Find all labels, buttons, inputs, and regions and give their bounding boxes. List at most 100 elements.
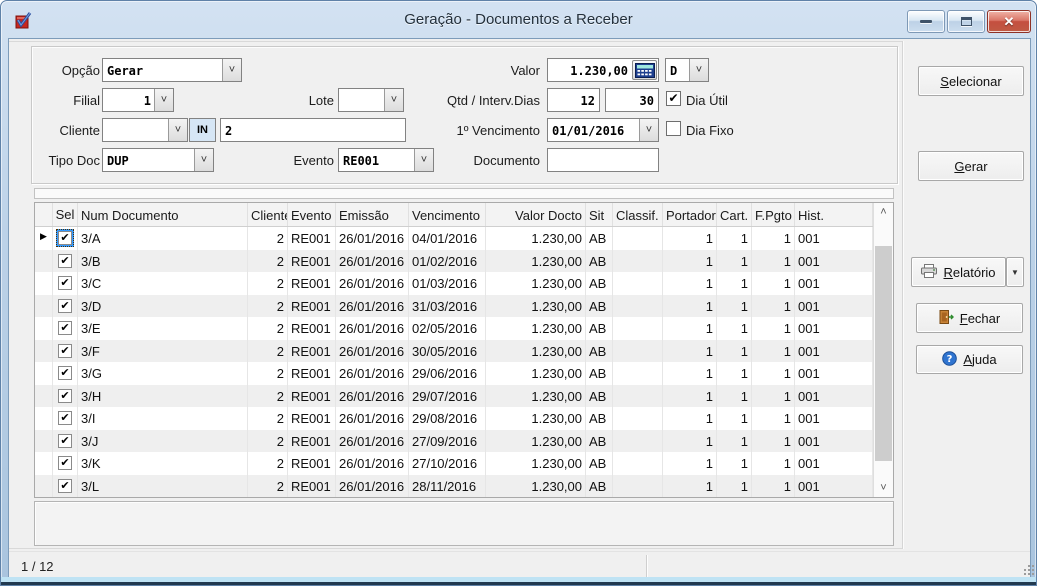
cell-cart: 1	[717, 430, 752, 453]
table-row[interactable]: ✔3/F2RE00126/01/201630/05/20161.230,00AB…	[35, 340, 873, 363]
ajuda-button[interactable]: ? Ajuda	[916, 345, 1023, 374]
table-row[interactable]: ▶✔3/A2RE00126/01/201604/01/20161.230,00A…	[35, 227, 873, 250]
cell-evento: RE001	[288, 385, 336, 408]
vertical-scrollbar[interactable]: ˄ ˅	[873, 203, 893, 497]
svg-text:?: ?	[947, 354, 953, 365]
table-row[interactable]: ✔3/L2RE00126/01/201628/11/20161.230,00AB…	[35, 475, 873, 498]
column-header-valor[interactable]: Valor Docto	[486, 203, 586, 226]
cell-portador: 1	[663, 227, 717, 250]
cell-evento: RE001	[288, 272, 336, 295]
table-row[interactable]: ✔3/G2RE00126/01/201629/06/20161.230,00AB…	[35, 362, 873, 385]
lote-select[interactable]: ˅	[338, 88, 404, 112]
cell-sit: AB	[586, 452, 613, 475]
valor-tipo-select[interactable]: D ˅	[665, 58, 709, 82]
relatorio-button[interactable]: Relatório	[911, 257, 1006, 287]
cell-vencimento: 29/07/2016	[409, 385, 486, 408]
row-select-checkbox[interactable]: ✔	[58, 456, 72, 470]
opcao-select[interactable]: Gerar ˅	[102, 58, 242, 82]
row-select-checkbox[interactable]: ✔	[58, 479, 72, 493]
chevron-down-icon[interactable]: ˅	[384, 89, 403, 111]
calculator-button[interactable]	[632, 60, 657, 80]
cell-num: 3/D	[78, 295, 248, 318]
cell-sel: ✔	[53, 430, 78, 453]
table-row[interactable]: ✔3/J2RE00126/01/201627/09/20161.230,00AB…	[35, 430, 873, 453]
cell-vencimento: 27/10/2016	[409, 452, 486, 475]
column-header-indicator	[35, 203, 53, 226]
cell-fpgto: 1	[752, 272, 795, 295]
qtd-input[interactable]: 12	[547, 88, 600, 112]
row-select-checkbox[interactable]: ✔	[58, 366, 72, 380]
gerar-button[interactable]: Gerar	[918, 151, 1024, 181]
resize-grip[interactable]	[1024, 573, 1026, 575]
table-row[interactable]: ✔3/D2RE00126/01/201631/03/20161.230,00AB…	[35, 295, 873, 318]
row-select-checkbox[interactable]: ✔	[58, 254, 72, 268]
column-header-cart[interactable]: Cart.	[717, 203, 752, 226]
column-header-hist[interactable]: Hist.	[795, 203, 873, 226]
column-header-sit[interactable]: Sit	[586, 203, 613, 226]
table-row[interactable]: ✔3/C2RE00126/01/201601/03/20161.230,00AB…	[35, 272, 873, 295]
scrollbar-thumb[interactable]	[875, 246, 892, 461]
maximize-button[interactable]	[947, 10, 985, 33]
selecionar-button[interactable]: Selecionar	[918, 66, 1024, 96]
dia-util-checkbox[interactable]: ✔	[666, 91, 681, 106]
chevron-down-icon[interactable]: ˅	[689, 59, 708, 81]
cell-num: 3/A	[78, 227, 248, 250]
filial-select[interactable]: 1 ˅	[102, 88, 174, 112]
column-header-cliente[interactable]: Cliente	[248, 203, 288, 226]
tipo-doc-select[interactable]: DUP ˅	[102, 148, 214, 172]
cell-vencimento: 27/09/2016	[409, 430, 486, 453]
relatorio-dropdown-button[interactable]: ▼	[1006, 257, 1024, 287]
interv-dias-input[interactable]: 30	[605, 88, 659, 112]
cell-valor: 1.230,00	[486, 340, 586, 363]
row-select-checkbox[interactable]: ✔	[58, 321, 72, 335]
table-row[interactable]: ✔3/H2RE00126/01/201629/07/20161.230,00AB…	[35, 385, 873, 408]
chevron-down-icon[interactable]: ˅	[639, 119, 658, 141]
cliente-in-button[interactable]: IN	[189, 118, 216, 142]
cell-cart: 1	[717, 250, 752, 273]
row-select-checkbox[interactable]: ✔	[58, 231, 72, 245]
cliente-select[interactable]: ˅	[102, 118, 188, 142]
scroll-down-icon[interactable]: ˅	[874, 479, 893, 497]
primeiro-vencimento-select[interactable]: 01/01/2016 ˅	[547, 118, 659, 142]
row-select-checkbox[interactable]: ✔	[58, 276, 72, 290]
footer-panel	[34, 501, 894, 546]
row-select-checkbox[interactable]: ✔	[58, 344, 72, 358]
cell-evento: RE001	[288, 317, 336, 340]
tipo-doc-label: Tipo Doc	[38, 153, 100, 168]
chevron-down-icon[interactable]: ˅	[194, 149, 213, 171]
close-button[interactable]: ✕	[987, 10, 1031, 33]
row-indicator	[35, 385, 53, 408]
chevron-down-icon[interactable]: ˅	[414, 149, 433, 171]
column-header-portador[interactable]: Portador	[663, 203, 717, 226]
table-row[interactable]: ✔3/E2RE00126/01/201602/05/20161.230,00AB…	[35, 317, 873, 340]
table-row[interactable]: ✔3/B2RE00126/01/201601/02/20161.230,00AB…	[35, 250, 873, 273]
column-header-emissao[interactable]: Emissão	[336, 203, 409, 226]
cell-classif	[613, 250, 663, 273]
column-header-fpgto[interactable]: F.Pgto	[752, 203, 795, 226]
minimize-button[interactable]	[907, 10, 945, 33]
valor-input[interactable]: 1.230,00	[547, 58, 659, 82]
row-select-checkbox[interactable]: ✔	[58, 411, 72, 425]
chevron-down-icon[interactable]: ˅	[154, 89, 173, 111]
column-header-num[interactable]: Num Documento	[78, 203, 248, 226]
row-select-checkbox[interactable]: ✔	[58, 434, 72, 448]
documento-input[interactable]	[547, 148, 659, 172]
titlebar[interactable]: Geração - Documentos a Receber ✕	[1, 1, 1036, 39]
table-row[interactable]: ✔3/K2RE00126/01/201627/10/20161.230,00AB…	[35, 452, 873, 475]
table-row[interactable]: ✔3/I2RE00126/01/201629/08/20161.230,00AB…	[35, 407, 873, 430]
scroll-up-icon[interactable]: ˄	[874, 203, 893, 221]
chevron-down-icon[interactable]: ˅	[222, 59, 241, 81]
column-header-sel[interactable]: Sel	[53, 203, 78, 226]
cell-classif	[613, 430, 663, 453]
row-select-checkbox[interactable]: ✔	[58, 299, 72, 313]
column-header-classif[interactable]: Classif.	[613, 203, 663, 226]
dia-fixo-checkbox[interactable]	[666, 121, 681, 136]
fechar-button[interactable]: Fechar	[916, 303, 1023, 333]
row-select-checkbox[interactable]: ✔	[58, 389, 72, 403]
column-header-evento[interactable]: Evento	[288, 203, 336, 226]
evento-select[interactable]: RE001 ˅	[338, 148, 434, 172]
cell-cliente: 2	[248, 340, 288, 363]
column-header-vencimento[interactable]: Vencimento	[409, 203, 486, 226]
cliente-filter-input[interactable]: 2	[220, 118, 406, 142]
chevron-down-icon[interactable]: ˅	[168, 119, 187, 141]
